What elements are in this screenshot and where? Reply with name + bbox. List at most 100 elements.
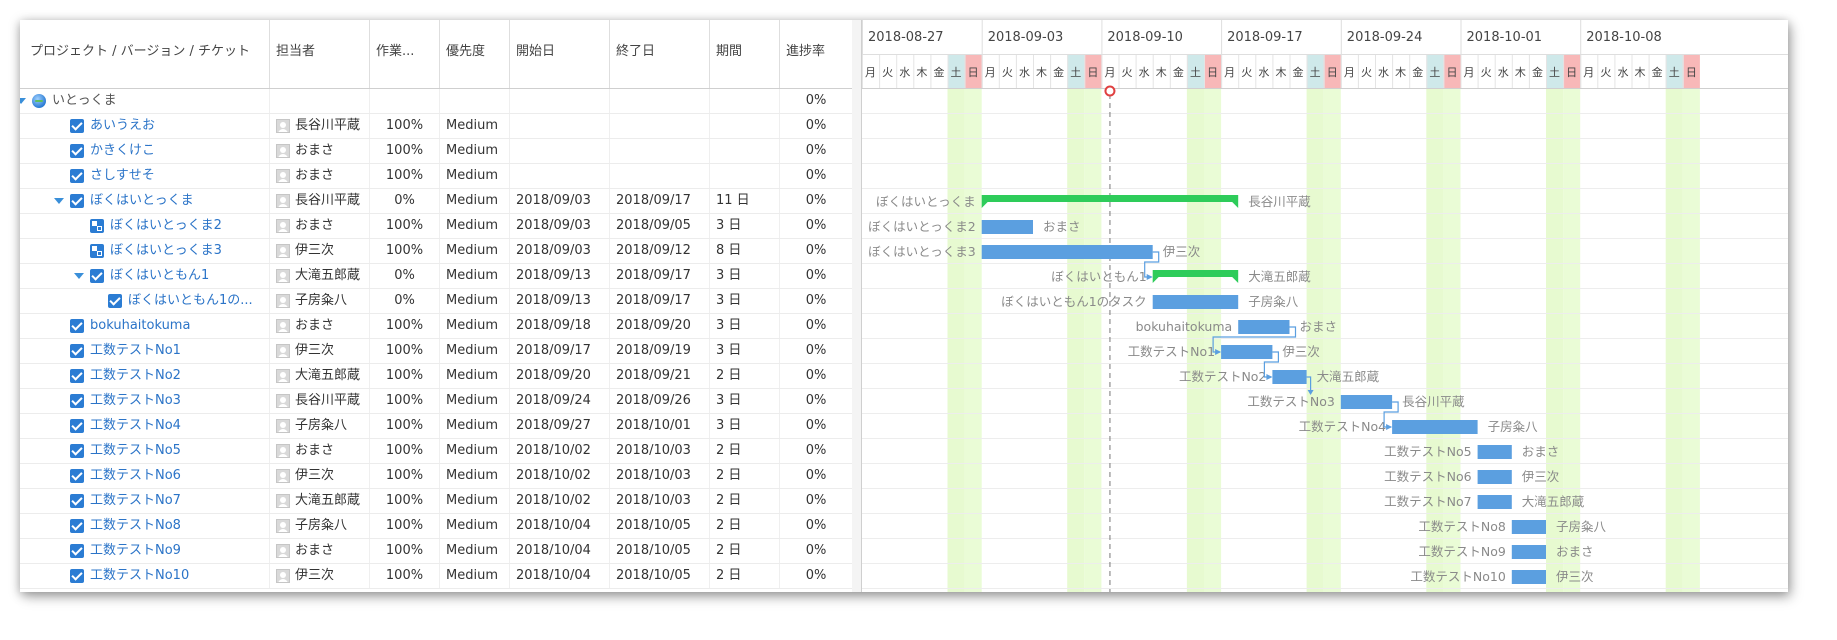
table-row[interactable]: ぼくはいとっくま 長谷川平蔵 0% Medium 2018/09/03 2018/09/1… (20, 189, 852, 214)
weekday-label: 月 (1344, 66, 1355, 79)
ticket-link[interactable]: 工数テストNo4 (90, 414, 181, 438)
weekday-label: 木 (1275, 66, 1286, 79)
ticket-link[interactable]: 工数テストNo6 (90, 464, 181, 488)
ticket-link[interactable]: bokuhaitokuma (90, 314, 190, 338)
table-row[interactable]: いとっくま 0% (20, 89, 852, 114)
bar-label-assignee: おまさ (1556, 544, 1594, 559)
table-row[interactable]: 工数テストNo9 おまさ 100% Medium 2018/10/04 2018/10/0… (20, 539, 852, 564)
cell-start-date-text: 2018/09/18 (516, 318, 591, 333)
cell-progress-text: 0% (805, 93, 827, 108)
cell-duration-text: 2 日 (716, 543, 742, 558)
cell-duration: 8 日 (710, 239, 780, 263)
bar-label-task: 工数テストNo7 (1384, 494, 1471, 509)
cell-duration: 2 日 (710, 564, 780, 588)
ticket-link[interactable]: 工数テストNo8 (90, 514, 181, 538)
table-row[interactable]: 工数テストNo2 大滝五郎蔵 100% Medium 2018/09/20 2018/09… (20, 364, 852, 389)
cell-start-date: 2018/09/18 (510, 314, 610, 338)
ticket-link[interactable]: 工数テストNo1 (90, 339, 181, 363)
cell-priority: Medium (440, 489, 510, 513)
weekday-label: 金 (1532, 65, 1543, 79)
ticket-link[interactable]: ぼくはいとっくま (90, 189, 194, 213)
table-row[interactable]: 工数テストNo1 伊三次 100% Medium 2018/09/17 2018/09/1… (20, 339, 852, 364)
ticket-link[interactable]: 工数テストNo3 (90, 389, 181, 413)
week-label: 2018-10-01 (1467, 30, 1543, 45)
column-header-assignee[interactable]: 担当者 (270, 20, 370, 88)
table-row[interactable]: 工数テストNo6 伊三次 100% Medium 2018/10/02 2018/10/0… (20, 464, 852, 489)
weekend-column (1323, 89, 1341, 592)
task-bar (1152, 295, 1239, 309)
cell-work (370, 89, 440, 113)
ticket-link[interactable]: 工数テストNo9 (90, 539, 181, 563)
cell-priority-text: Medium (446, 193, 498, 208)
weekday-label: 土 (1549, 66, 1560, 79)
column-header-progress[interactable]: 進捗率 (780, 20, 852, 88)
table-row[interactable]: 工数テストNo7 大滝五郎蔵 100% Medium 2018/10/02 2018/10… (20, 489, 852, 514)
table-row[interactable]: ぼくはいともん1 大滝五郎蔵 0% Medium 2018/09/13 2018/09/1… (20, 264, 852, 289)
table-row[interactable]: bokuhaitokuma おまさ 100% Medium 2018/09/18 2018… (20, 314, 852, 339)
cell-priority-text: Medium (446, 143, 498, 158)
bar-label-assignee: 大滝五郎蔵 (1522, 494, 1585, 509)
cell-priority: Medium (440, 314, 510, 338)
ticket-link[interactable]: さしすせそ (90, 164, 155, 188)
cell-assignee-text: おまさ (295, 443, 335, 458)
cell-priority (440, 89, 510, 113)
ticket-link[interactable]: ぼくはいともん1 (110, 264, 209, 288)
cell-priority: Medium (440, 564, 510, 588)
cell-work-text: 100% (385, 518, 424, 533)
ticket-link[interactable]: 工数テストNo10 (90, 564, 189, 588)
ticket-link[interactable]: 工数テストNo5 (90, 439, 181, 463)
column-header-name[interactable]: プロジェクト / バージョン / チケット (20, 20, 270, 88)
cell-start-date-text: 2018/09/03 (516, 218, 591, 233)
table-row[interactable]: ぼくはいとっくま3 伊三次 100% Medium 2018/09/03 2018/09/… (20, 239, 852, 264)
ticket-link[interactable]: ぼくはいとっくま2 (110, 214, 222, 238)
table-row[interactable]: あいうえお 長谷川平蔵 100% Medium 0% (20, 114, 852, 139)
column-header-priority[interactable]: 優先度 (440, 20, 510, 88)
cell-priority: Medium (440, 264, 510, 288)
bar-label-task: 工数テストNo10 (1410, 569, 1505, 584)
table-row[interactable]: 工数テストNo3 長谷川平蔵 100% Medium 2018/09/24 2018/09… (20, 389, 852, 414)
column-header-duration[interactable]: 期間 (710, 20, 780, 88)
cell-priority: Medium (440, 339, 510, 363)
table-row[interactable]: かきくけこ おまさ 100% Medium 0% (20, 139, 852, 164)
cell-end-date (610, 164, 710, 188)
ticket-link[interactable]: ぼくはいとっくま3 (110, 239, 222, 263)
column-header-work[interactable]: 作業... (370, 20, 440, 88)
table-row[interactable]: ぼくはいとっくま2 おまさ 100% Medium 2018/09/03 2018/09/… (20, 214, 852, 239)
table-row[interactable]: ぼくはいともん1の... 子房粂八 0% Medium 2018/09/13 2018/0… (20, 289, 852, 314)
ticket-link[interactable]: あいうえお (90, 114, 155, 138)
expand-toggle-icon[interactable] (74, 273, 84, 279)
table-row[interactable]: さしすせそ おまさ 100% Medium 0% (20, 164, 852, 189)
bar-label-assignee: 伊三次 (1522, 469, 1560, 484)
summary-bar (981, 195, 1239, 202)
cell-progress: 0% (780, 539, 852, 563)
cell-progress: 0% (780, 464, 852, 488)
expand-toggle-icon[interactable] (20, 98, 26, 104)
splitter-handle[interactable] (852, 20, 862, 592)
cell-assignee-text: おまさ (295, 543, 335, 558)
cell-start-date (510, 114, 610, 138)
cell-assignee: 長谷川平蔵 (270, 114, 370, 138)
ticket-link[interactable]: 工数テストNo2 (90, 364, 181, 388)
expand-toggle-icon[interactable] (54, 198, 64, 204)
column-header-start[interactable]: 開始日 (510, 20, 610, 88)
bar-label-task: 工数テストNo3 (1247, 394, 1334, 409)
ticket-link[interactable]: かきくけこ (90, 139, 155, 163)
ticket-link[interactable]: 工数テストNo7 (90, 489, 181, 513)
cell-work: 100% (370, 139, 440, 163)
column-header-end[interactable]: 終了日 (610, 20, 710, 88)
table-row[interactable]: 工数テストNo4 子房粂八 100% Medium 2018/09/27 2018/10/… (20, 414, 852, 439)
cell-start-date-text: 2018/09/24 (516, 393, 591, 408)
cell-work: 100% (370, 239, 440, 263)
cell-work-text: 100% (385, 168, 424, 183)
table-row[interactable]: 工数テストNo10 伊三次 100% Medium 2018/10/04 2018/10/… (20, 564, 852, 589)
cell-assignee-text: 伊三次 (295, 343, 335, 358)
cell-priority-text: Medium (446, 293, 498, 308)
ticket-link[interactable]: ぼくはいともん1の... (128, 289, 253, 313)
checkbox-icon (108, 294, 122, 308)
table-row[interactable]: 工数テストNo5 おまさ 100% Medium 2018/10/02 2018/10/0… (20, 439, 852, 464)
avatar-icon (276, 443, 290, 458)
weekday-label: 火 (1481, 66, 1492, 79)
cell-progress-text: 0% (805, 193, 827, 208)
table-row[interactable]: 工数テストNo8 子房粂八 100% Medium 2018/10/04 2018/10/… (20, 514, 852, 539)
cell-progress: 0% (780, 189, 852, 213)
